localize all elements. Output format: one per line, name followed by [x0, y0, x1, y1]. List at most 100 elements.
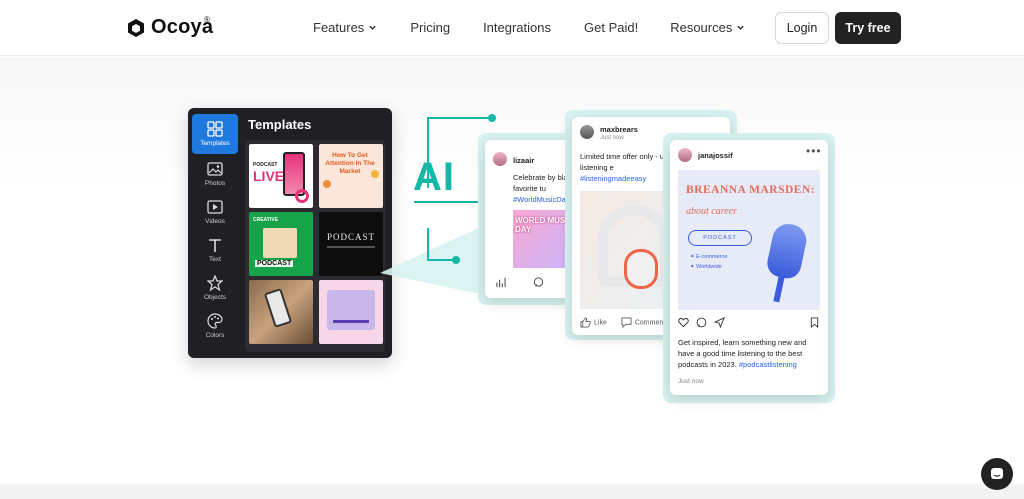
- main-nav: Features Pricing Integrations Get Paid! …: [313, 20, 745, 35]
- chevron-down-icon: [369, 25, 377, 30]
- comment-icon[interactable]: [533, 277, 544, 288]
- player-card: [327, 290, 375, 330]
- thumb-text: LIVE: [253, 168, 285, 184]
- heart-icon[interactable]: [678, 317, 689, 328]
- image-list-item: ✦ E-commerce: [690, 254, 728, 260]
- chevron-down-icon: [737, 25, 745, 30]
- sidebar-label: Colors: [205, 332, 225, 339]
- palette-icon: [207, 313, 223, 329]
- list-item-label: E-commerce: [696, 254, 728, 260]
- brand-logo[interactable]: Ocoya ®: [127, 15, 213, 39]
- registered-mark: ®: [204, 15, 210, 24]
- templates-icon: [207, 121, 223, 137]
- image-title: BREANNA MARSDEN:: [686, 184, 816, 196]
- post-hashtag[interactable]: #listeningmadeeasy: [580, 174, 646, 183]
- ring-graphic: [295, 189, 309, 203]
- ai-label: AI: [413, 155, 455, 199]
- post-actions: Like Commen: [580, 317, 664, 329]
- template-thumb-phone-photo[interactable]: [249, 280, 313, 344]
- post-time: Just now: [600, 135, 624, 141]
- thumbs-up-icon: [580, 317, 591, 328]
- login-button[interactable]: Login: [775, 12, 829, 44]
- decor-dot: [371, 170, 379, 178]
- thumb-photo: [263, 228, 297, 258]
- avatar: [678, 148, 692, 162]
- image-list-item: ✦ Worldwide: [690, 264, 722, 270]
- nav-integrations[interactable]: Integrations: [483, 20, 551, 35]
- nav-get-paid-label: Get Paid!: [584, 20, 639, 35]
- sidebar-label: Text: [209, 256, 221, 263]
- nav-get-paid[interactable]: Get Paid!: [584, 20, 638, 35]
- comment-icon: [621, 317, 632, 329]
- player-bar: [333, 320, 369, 323]
- templates-panel: Templates Photos Videos Text Objects Col…: [188, 108, 392, 358]
- text-icon: [209, 239, 221, 252]
- decor-dot: [323, 180, 331, 188]
- send-icon[interactable]: [714, 317, 725, 328]
- sidebar-label: Templates: [200, 140, 230, 147]
- template-grid: PODCAST LIVE How To Get Attention In The…: [245, 140, 385, 352]
- more-options-icon[interactable]: •••: [806, 144, 822, 158]
- image-subtitle: about career: [686, 206, 738, 217]
- sidebar-item-templates[interactable]: Templates: [192, 114, 238, 154]
- nav-resources[interactable]: Resources: [670, 20, 745, 35]
- post-actions: [678, 317, 820, 329]
- earcup-graphic: [624, 249, 658, 289]
- comment-button[interactable]: Commen: [621, 317, 664, 329]
- video-icon: [207, 200, 223, 214]
- editor-sidebar: Templates Photos Videos Text Objects Col…: [192, 114, 240, 346]
- star-icon: [207, 275, 223, 291]
- template-thumb-pink-player[interactable]: [319, 280, 383, 344]
- image-pill: PODCAST: [688, 230, 752, 246]
- try-free-button[interactable]: Try free: [835, 12, 901, 44]
- comment-label: Commen: [634, 319, 664, 327]
- avatar: [493, 152, 507, 166]
- thumb-text: PODCAST: [255, 260, 294, 267]
- comment-icon[interactable]: [696, 317, 707, 328]
- chat-icon: [991, 468, 1003, 479]
- post-hashtag[interactable]: #podcastlistening: [739, 360, 797, 369]
- sidebar-item-objects[interactable]: Objects: [192, 270, 238, 306]
- post-hashtag[interactable]: #WorldMusicDa: [513, 195, 566, 204]
- nav-pricing[interactable]: Pricing: [410, 20, 450, 35]
- like-button[interactable]: Like: [580, 317, 607, 328]
- sidebar-label: Objects: [203, 294, 227, 301]
- section-divider: [0, 484, 1024, 499]
- cube-logo-icon: [128, 18, 144, 37]
- panel-title: Templates: [248, 117, 312, 132]
- list-item-label: Worldwide: [696, 264, 722, 270]
- sidebar-label: Photos: [204, 180, 226, 187]
- social-post-janajossif[interactable]: janajossif ••• BREANNA MARSDEN: about ca…: [670, 140, 828, 395]
- sidebar-item-videos[interactable]: Videos: [192, 194, 238, 230]
- post-username: maxbrears: [600, 125, 638, 134]
- avatar: [580, 125, 594, 139]
- template-thumb-attention[interactable]: How To Get Attention In The Market: [319, 144, 383, 208]
- sidebar-item-text[interactable]: Text: [192, 232, 238, 268]
- thumb-text: How To Get Attention In The Market: [325, 152, 375, 175]
- sidebar-item-colors[interactable]: Colors: [192, 308, 238, 344]
- template-thumb-dark-podcast[interactable]: PODCAST: [319, 212, 383, 276]
- photo-icon: [207, 162, 223, 176]
- phone-graphic: [263, 288, 293, 328]
- template-thumb-podcast-live[interactable]: PODCAST LIVE: [249, 144, 313, 208]
- post-image: BREANNA MARSDEN: about career PODCAST ✦ …: [678, 170, 820, 310]
- nav-integrations-label: Integrations: [483, 20, 551, 35]
- microphone-stand: [773, 275, 785, 303]
- microphone-graphic: [764, 221, 810, 281]
- thumb-text: CREATIVE: [253, 217, 278, 223]
- post-username: janajossif: [698, 151, 733, 160]
- nav-pricing-label: Pricing: [410, 20, 451, 35]
- thumb-text: PODCAST: [327, 232, 376, 242]
- like-label: Like: [594, 319, 607, 327]
- chat-launcher-button[interactable]: [981, 458, 1013, 490]
- post-username: lizaair: [513, 156, 535, 165]
- nav-resources-label: Resources: [670, 20, 733, 35]
- post-time: Just now: [678, 378, 704, 385]
- stats-icon[interactable]: [495, 277, 506, 288]
- sidebar-label: Videos: [205, 218, 225, 225]
- template-thumb-creative-podcast[interactable]: CREATIVE PODCAST: [249, 212, 313, 276]
- bookmark-icon[interactable]: [809, 317, 820, 328]
- sidebar-item-photos[interactable]: Photos: [192, 156, 238, 192]
- nav-features[interactable]: Features: [313, 20, 377, 35]
- thumb-subline: [327, 246, 375, 248]
